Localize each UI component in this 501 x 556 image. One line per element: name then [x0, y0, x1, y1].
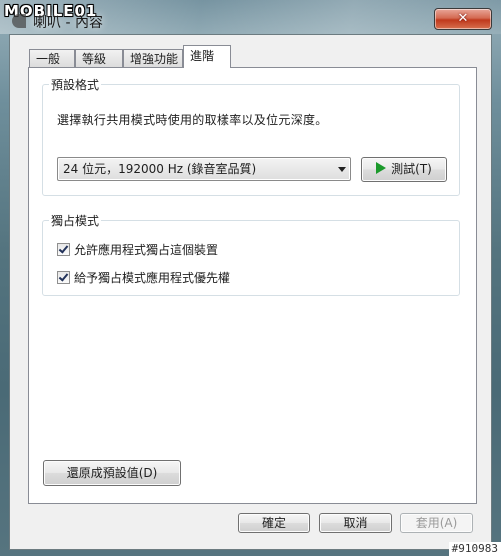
exclusive-priority-label[interactable]: 給予獨占模式應用程式優先權 [74, 271, 230, 285]
dialog-client: 一般 等級 增強功能 進階 預設格式 選擇執行共用模式時使用的取樣率以及位元深度… [9, 34, 492, 550]
default-format-description: 選擇執行共用模式時使用的取樣率以及位元深度。 [57, 113, 328, 127]
cancel-button[interactable]: 取消 [319, 513, 392, 533]
chevron-down-icon [338, 167, 346, 172]
play-icon [376, 162, 387, 174]
tab-enhancements[interactable]: 增強功能 [123, 49, 183, 67]
exclusive-priority-checkbox-row[interactable]: 給予獨占模式應用程式優先權 [57, 271, 230, 287]
test-button[interactable]: 測試(T) [361, 157, 447, 182]
close-button[interactable]: ✕ [434, 8, 492, 30]
restore-defaults-button[interactable]: 還原成預設值(D) [43, 460, 181, 486]
window-frame: MOBILE01 喇叭 - 內容 ✕ 一般 等級 增強功能 進階 預設格式 選擇… [0, 0, 501, 556]
allow-exclusive-checkbox[interactable] [57, 243, 70, 256]
sample-rate-value: 24 位元，192000 Hz (錄音室品質) [63, 162, 257, 176]
ok-button[interactable]: 確定 [238, 513, 310, 533]
test-button-label: 測試(T) [391, 162, 432, 176]
dialog-button-bar: 確定 取消 套用(A) [10, 507, 491, 549]
speaker-icon [12, 14, 26, 28]
exclusive-priority-checkbox[interactable] [57, 271, 70, 284]
default-format-legend: 預設格式 [51, 78, 100, 92]
allow-exclusive-checkbox-row[interactable]: 允許應用程式獨占這個裝置 [57, 243, 218, 259]
exclusive-mode-group: 獨占模式 允許應用程式獨占這個裝置 給予獨占模式應用程式優先權 [42, 212, 460, 296]
advanced-panel: 預設格式 選擇執行共用模式時使用的取樣率以及位元深度。 24 位元，192000… [28, 67, 477, 504]
default-format-group: 預設格式 選擇執行共用模式時使用的取樣率以及位元深度。 24 位元，192000… [42, 76, 460, 196]
exclusive-mode-legend: 獨占模式 [51, 214, 100, 228]
image-id-tag: #910983 [448, 542, 501, 556]
tab-advanced[interactable]: 進階 [183, 45, 231, 68]
sample-rate-select[interactable]: 24 位元，192000 Hz (錄音室品質) [57, 157, 351, 181]
apply-button[interactable]: 套用(A) [400, 513, 473, 533]
tab-levels[interactable]: 等級 [75, 49, 123, 67]
tab-general[interactable]: 一般 [29, 49, 75, 67]
window-title: 喇叭 - 內容 [33, 15, 103, 31]
allow-exclusive-label[interactable]: 允許應用程式獨占這個裝置 [74, 243, 218, 257]
